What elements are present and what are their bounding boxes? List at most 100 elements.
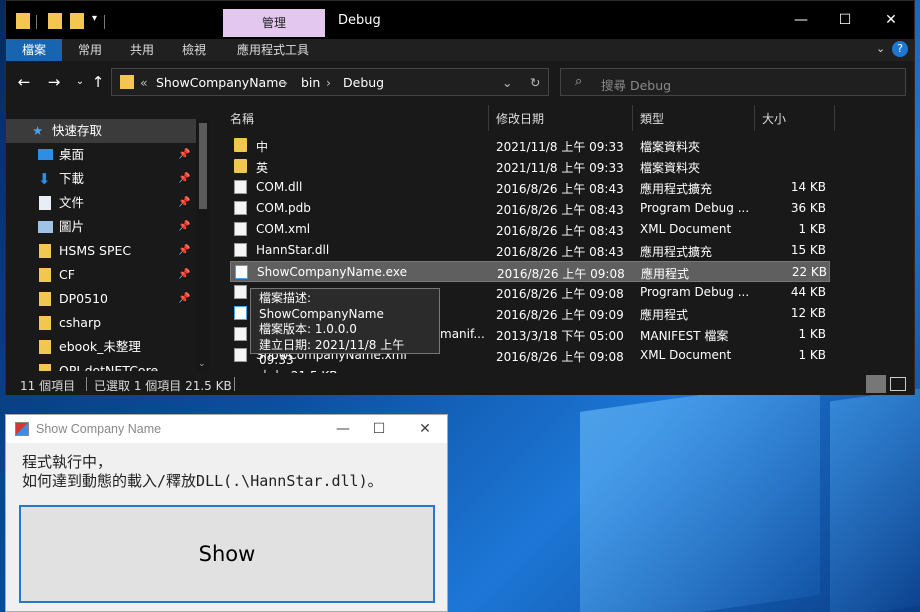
file-row[interactable]: COM.dll 2016/8/26 上午 08:43 應用程式擴充 14 KB (230, 177, 830, 198)
file-row[interactable]: COM.xml 2016/8/26 上午 08:43 XML Document … (230, 219, 830, 240)
nav-item-pictures[interactable]: 圖片 📌 (6, 215, 196, 239)
divider (104, 15, 105, 29)
maximize-button[interactable]: ☐ (834, 9, 856, 31)
folder-icon (39, 244, 51, 258)
column-header-name[interactable]: 名稱 (230, 107, 254, 131)
desktop-icon (38, 149, 53, 160)
column-header-date[interactable]: 修改日期 (496, 107, 544, 131)
nav-item-folder[interactable]: OPI-dotNETCore (6, 359, 196, 371)
pin-icon[interactable]: 📌 (178, 239, 190, 263)
breadcrumb-item[interactable]: Debug (343, 75, 384, 90)
selection-info: 已選取 1 個項目 21.5 KB (94, 379, 232, 393)
download-icon: ⬇ (38, 170, 51, 188)
breadcrumb-item[interactable]: bin (301, 75, 320, 90)
folder-icon (39, 292, 51, 306)
scrollbar-thumb[interactable] (199, 123, 207, 209)
breadcrumb-separator-icon[interactable]: › (283, 75, 288, 90)
large-icons-view-icon[interactable] (890, 377, 906, 391)
minimize-button[interactable]: — (332, 419, 354, 439)
exe-file-icon (234, 306, 247, 320)
recent-locations-icon[interactable]: ⌄ (70, 71, 90, 93)
search-input[interactable]: ⌕ 搜尋 Debug (560, 68, 906, 96)
file-row[interactable]: HannStar.dll 2016/8/26 上午 08:43 應用程式擴充 1… (230, 240, 830, 261)
form-title: Show Company Name (36, 422, 162, 436)
divider (36, 15, 37, 29)
close-button[interactable]: ✕ (880, 9, 902, 31)
column-divider[interactable] (632, 105, 633, 131)
nav-item-desktop[interactable]: 桌面 📌 (6, 143, 196, 167)
folder-icon (16, 13, 30, 29)
pin-icon[interactable]: 📌 (178, 143, 190, 167)
pin-icon[interactable]: 📌 (178, 215, 190, 239)
column-divider[interactable] (488, 105, 489, 131)
navigation-bar: ← → ⌄ ↑ « ShowCompanyName › bin › Debug … (6, 61, 914, 103)
nav-item-folder[interactable]: HSMS SPEC 📌 (6, 239, 196, 263)
column-header-type[interactable]: 類型 (640, 107, 664, 131)
manage-context-tab[interactable]: 管理 (223, 9, 325, 37)
dll-file-icon (234, 243, 247, 257)
address-bar[interactable]: « ShowCompanyName › bin › Debug ⌄ ↻ (111, 68, 549, 96)
tab-view[interactable]: 檢視 (172, 39, 216, 61)
nav-item-downloads[interactable]: ⬇ 下載 📌 (6, 167, 196, 191)
pin-icon[interactable]: 📌 (178, 263, 190, 287)
ribbon-tabs: 檔案 常用 共用 檢視 應用程式工具 ⌄ ? (6, 39, 914, 61)
navigation-pane: ★ 快速存取 桌面 📌 ⬇ 下載 📌 文件 📌 圖片 📌 HSMS SPEC 📌 (6, 103, 211, 371)
column-divider[interactable] (754, 105, 755, 131)
help-icon[interactable]: ? (892, 41, 908, 57)
details-view-icon[interactable] (866, 375, 886, 393)
customize-quick-access-icon[interactable]: ▾ (92, 13, 97, 24)
pin-icon[interactable]: 📌 (178, 191, 190, 215)
tab-file[interactable]: 檔案 (6, 39, 62, 61)
folder-icon (120, 75, 134, 89)
exe-file-icon (235, 265, 248, 279)
show-button[interactable]: Show (19, 505, 435, 603)
pin-icon[interactable]: 📌 (178, 287, 190, 311)
maximize-button[interactable]: ☐ (368, 419, 390, 439)
desktop-light-beam (830, 388, 920, 612)
file-row-selected[interactable]: ShowCompanyName.exe 2016/8/26 上午 09:08 應… (230, 261, 830, 282)
file-row[interactable]: 英 2021/11/8 上午 09:33 檔案資料夾 (230, 156, 830, 177)
nav-item-folder[interactable]: ebook_未整理 (6, 335, 196, 359)
forward-arrow-icon[interactable]: → (44, 71, 64, 93)
xml-file-icon (234, 222, 247, 236)
manifest-file-icon (234, 327, 247, 341)
pdb-file-icon (234, 285, 247, 299)
tab-application-tools[interactable]: 應用程式工具 (228, 39, 318, 61)
status-label-line: 程式執行中， (22, 453, 113, 471)
file-row[interactable]: 中 2021/11/8 上午 09:33 檔案資料夾 (230, 135, 830, 156)
new-folder-icon[interactable] (70, 13, 84, 29)
minimize-button[interactable]: — (790, 9, 812, 31)
up-arrow-icon[interactable]: ↑ (88, 71, 108, 93)
window-title: Debug (338, 13, 381, 28)
tooltip-line: 檔案描述: ShowCompanyName (259, 291, 384, 321)
breadcrumb-overflow[interactable]: « (140, 75, 148, 90)
search-icon: ⌕ (575, 74, 583, 89)
column-divider[interactable] (834, 105, 835, 131)
nav-item-folder[interactable]: DP0510 📌 (6, 287, 196, 311)
tab-share[interactable]: 共用 (120, 39, 164, 61)
nav-item-quick-access[interactable]: ★ 快速存取 (6, 119, 196, 143)
column-header-size[interactable]: 大小 (762, 107, 786, 131)
back-arrow-icon[interactable]: ← (14, 71, 34, 93)
refresh-icon[interactable]: ↻ (530, 75, 540, 90)
expand-ribbon-icon[interactable]: ⌄ (876, 42, 885, 55)
properties-icon[interactable] (48, 13, 62, 29)
breadcrumb-separator-icon[interactable]: › (326, 75, 331, 90)
status-label: 程式執行中， 如何達到動態的載入/釋放DLL(.\HannStar.dll)。 (22, 453, 383, 491)
folder-icon (39, 364, 51, 371)
folder-icon (39, 316, 51, 330)
nav-item-documents[interactable]: 文件 📌 (6, 191, 196, 215)
breadcrumb-item[interactable]: ShowCompanyName (156, 75, 286, 90)
nav-item-folder[interactable]: CF 📌 (6, 263, 196, 287)
desktop-light-beam (580, 378, 820, 612)
tab-home[interactable]: 常用 (68, 39, 112, 61)
tooltip-line: 檔案版本: 1.0.0.0 (259, 322, 357, 336)
nav-item-folder[interactable]: csharp (6, 311, 196, 335)
file-row[interactable]: COM.pdb 2016/8/26 上午 08:43 Program Debug… (230, 198, 830, 219)
pin-icon[interactable]: 📌 (178, 167, 190, 191)
close-button[interactable]: ✕ (414, 419, 436, 439)
scroll-down-icon[interactable]: ⌄ (198, 359, 206, 369)
item-count: 11 個項目 (20, 379, 76, 393)
address-dropdown-icon[interactable]: ⌄ (502, 75, 512, 90)
folder-icon (39, 340, 51, 354)
